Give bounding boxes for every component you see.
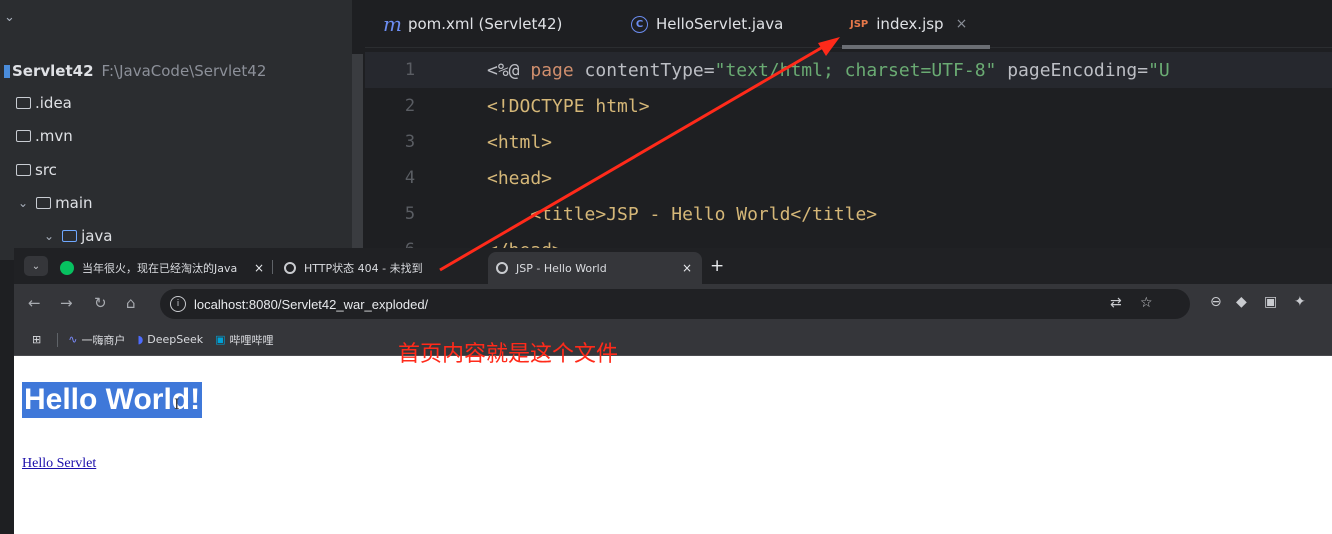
line-number: 1 [404, 60, 416, 80]
chevron-down-icon[interactable]: ⌄ [18, 196, 28, 210]
bookmark-label: 哔哩哔哩 [229, 333, 274, 347]
home-icon[interactable]: ⌂ [126, 294, 136, 312]
line-number: 4 [404, 168, 416, 188]
class-icon: C [631, 15, 648, 33]
address-bar[interactable]: i localhost:8080/Servlet42_war_exploded/… [160, 289, 1190, 319]
zoom-out-icon[interactable]: ⊖ [1210, 294, 1222, 310]
apps-icon[interactable]: ⊞ [32, 333, 41, 346]
bookmark-label: 一嗨商户 [81, 333, 126, 347]
line-number: 3 [404, 132, 416, 152]
chevron-down-icon[interactable]: ⌄ [4, 10, 15, 25]
bookmark-star-icon[interactable]: ☆ [1140, 295, 1153, 311]
bilibili-icon: ▣ [215, 333, 226, 346]
text-cursor-icon: I [174, 397, 180, 413]
tab-label: index.jsp [876, 15, 944, 33]
deepseek-icon: ◗ [137, 333, 144, 346]
browser-tab-label: 当年很火，现在已经淘汰的Java [82, 262, 238, 275]
code-line: 2 <!DOCTYPE html> [365, 88, 1332, 124]
browser-tab-label: JSP - Hello World [516, 261, 607, 275]
folder-icon [16, 164, 31, 176]
code-line: 3 <html> [365, 124, 1332, 160]
tree-item-mvn[interactable]: .mvn [16, 123, 73, 149]
project-path: F:\JavaCode\Servlet42 [101, 62, 267, 80]
bookmark-item[interactable]: ▣ 哔哩哔哩 [215, 332, 273, 348]
tab-label: pom.xml (Servlet42) [407, 15, 563, 33]
close-icon[interactable]: × [956, 16, 968, 32]
annotation-text: 首页内容就是这个文件 [398, 342, 619, 367]
line-number: 2 [404, 96, 416, 116]
project-root[interactable]: Servlet42 F:\JavaCode\Servlet42 [4, 58, 266, 84]
code-text: <head> [487, 167, 553, 189]
code-text: <%@ page contentType="text/html; charset… [487, 59, 1170, 81]
tree-item-src[interactable]: src [16, 157, 57, 183]
code-text: <title>JSP - Hello World</title> [487, 203, 878, 225]
extension-icon[interactable]: ▣ [1264, 294, 1277, 310]
code-line: 5 <title>JSP - Hello World</title> [365, 196, 1332, 232]
maven-icon: m [383, 12, 402, 36]
globe-icon [284, 262, 296, 274]
tree-item-label: .idea [35, 94, 72, 112]
project-panel: ⌄ Servlet42 F:\JavaCode\Servlet42 .idea … [0, 0, 352, 260]
site-info-icon[interactable]: i [170, 296, 186, 312]
code-line: 1 <%@ page contentType="text/html; chars… [365, 52, 1332, 88]
source-folder-icon [62, 230, 78, 242]
tab-index-jsp[interactable]: JSP index.jsp × [850, 10, 967, 38]
bookmark-label: DeepSeek [147, 333, 204, 346]
tree-item-label: main [55, 194, 93, 212]
browser-tab-jsp[interactable]: JSP - Hello World × [488, 252, 702, 284]
new-tab-button[interactable]: + [710, 256, 724, 276]
browser-window: ⌄ 当年很火，现在已经淘汰的Java × HTTP状态 404 - 未找到 JS… [14, 248, 1332, 534]
browser-tab-label: HTTP状态 404 - 未找到 [304, 262, 423, 275]
folder-icon [16, 130, 31, 142]
page-content: Hello World! I Hello Servlet [14, 357, 1332, 534]
jsp-icon: JSP [850, 18, 869, 30]
tree-item-label: src [35, 161, 57, 179]
browser-tab-bar: ⌄ 当年很火，现在已经淘汰的Java × HTTP状态 404 - 未找到 JS… [14, 248, 1332, 284]
reload-icon[interactable]: ↻ [94, 294, 107, 312]
line-number: 5 [404, 204, 416, 224]
tree-item-label: .mvn [35, 127, 73, 145]
tree-item-idea[interactable]: .idea [16, 90, 72, 116]
tab-pom-xml[interactable]: m pom.xml (Servlet42) [383, 10, 562, 38]
extension-icon[interactable]: ✦ [1294, 294, 1306, 310]
tab-separator [272, 260, 273, 274]
browser-toolbar: ← → ↻ ⌂ i localhost:8080/Servlet42_war_e… [14, 284, 1332, 324]
chevron-down-icon[interactable]: ⌄ [44, 229, 54, 243]
tab-label: HelloServlet.java [656, 15, 784, 33]
close-icon[interactable]: × [254, 261, 264, 275]
bookmark-item[interactable]: ◗ DeepSeek [137, 333, 203, 346]
panel-scrollbar[interactable] [352, 54, 363, 249]
tree-item-java[interactable]: ⌄ java [44, 223, 113, 249]
extension-icon[interactable]: ◆ [1236, 294, 1247, 310]
translate-icon[interactable]: ⇄ [1110, 295, 1122, 311]
close-icon[interactable]: × [682, 261, 692, 275]
tab-search-button[interactable]: ⌄ [24, 256, 48, 276]
module-icon [4, 64, 10, 78]
wechat-icon [60, 261, 74, 275]
bookmark-item[interactable]: ∿ 一嗨商户 [68, 332, 125, 348]
url-text: localhost:8080/Servlet42_war_exploded/ [194, 296, 429, 312]
project-name: Servlet42 [12, 62, 94, 80]
globe-icon [496, 262, 508, 274]
active-tab-indicator [842, 45, 990, 49]
folder-icon [36, 197, 52, 209]
back-icon[interactable]: ← [28, 294, 41, 312]
code-text: <html> [487, 131, 553, 153]
tab-helloservlet-java[interactable]: C HelloServlet.java [631, 10, 783, 38]
forward-icon[interactable]: → [60, 294, 73, 312]
bookmarks-bar: ⊞ ∿ 一嗨商户 ◗ DeepSeek ▣ 哔哩哔哩 [14, 324, 1332, 356]
browser-tab-java[interactable]: 当年很火，现在已经淘汰的Java × [52, 252, 274, 284]
bookmark-separator [57, 332, 59, 347]
code-line: 4 <head> [365, 160, 1332, 196]
browser-tab-404[interactable]: HTTP状态 404 - 未找到 [276, 252, 484, 284]
code-editor[interactable]: 1 <%@ page contentType="text/html; chars… [365, 50, 1332, 261]
editor-tabs: m pom.xml (Servlet42) C HelloServlet.jav… [365, 0, 1332, 48]
hello-servlet-link[interactable]: Hello Servlet [22, 456, 96, 472]
tree-item-main[interactable]: ⌄ main [18, 190, 93, 216]
bookmark-favicon: ∿ [68, 333, 78, 346]
code-text: <!DOCTYPE html> [487, 95, 650, 117]
tree-item-label: java [81, 227, 113, 245]
folder-icon [16, 97, 31, 109]
